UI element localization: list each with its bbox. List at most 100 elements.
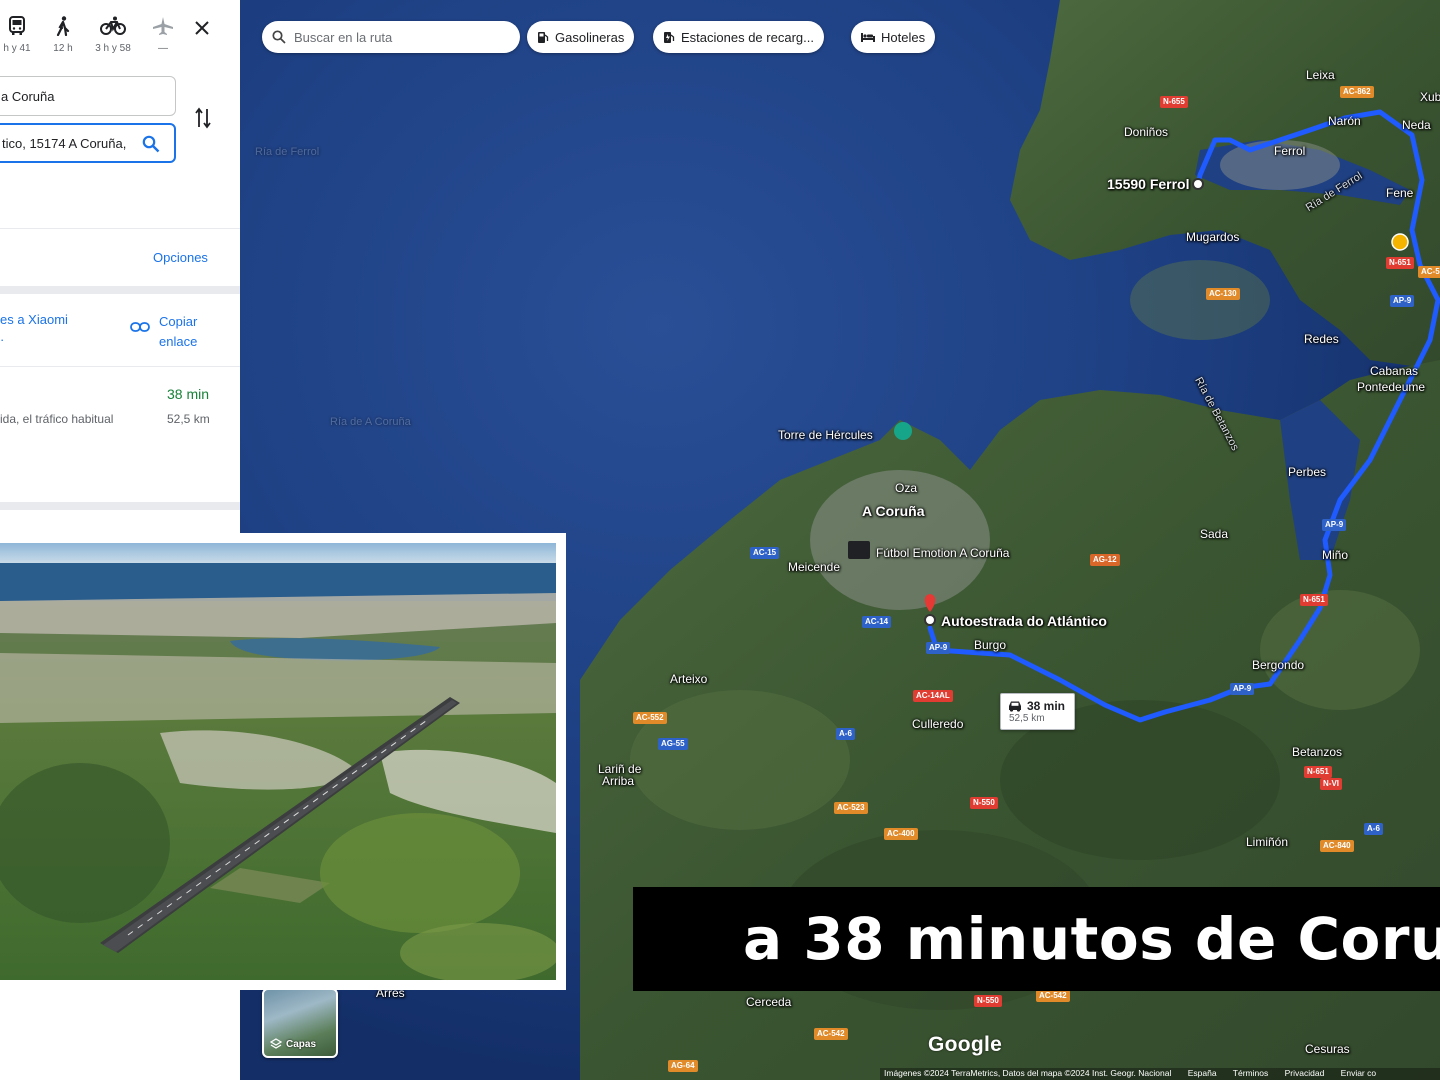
map-label-a-coruna[interactable]: A Coruña — [862, 503, 924, 519]
map-label-neda: Neda — [1402, 118, 1431, 132]
map-label-ferrol: Ferrol — [1274, 144, 1306, 158]
options-link[interactable]: Opciones — [153, 250, 208, 265]
road-shield: N-651 — [1304, 766, 1332, 778]
route-distance: 52,5 km — [167, 412, 210, 426]
road-shield: AC-15 — [750, 547, 780, 559]
bike-icon — [100, 16, 126, 35]
road-shield: AC-542 — [1036, 990, 1070, 1002]
road-shield: N-651 — [1300, 594, 1328, 606]
road-shield: AC-552 — [633, 712, 667, 724]
close-icon — [195, 21, 209, 35]
road-shield: AC-840 — [1320, 840, 1354, 852]
road-shield: AC-130 — [1206, 288, 1240, 300]
layers-button[interactable]: Capas — [262, 988, 338, 1058]
attribution-country[interactable]: España — [1188, 1068, 1217, 1078]
panel-divider — [0, 228, 240, 229]
map-label-redes: Redes — [1304, 332, 1339, 346]
mode-bike-time: 3 h y 58 — [95, 43, 131, 54]
caption-text: a 38 minutos de Coruña — [743, 905, 1440, 973]
close-directions-button[interactable] — [194, 20, 210, 41]
layers-icon — [270, 1038, 282, 1049]
walk-icon — [56, 16, 70, 37]
copy-link-button[interactable] — [130, 320, 150, 338]
road-shield: A-6 — [836, 728, 855, 740]
swap-icon — [195, 107, 211, 129]
mode-flight[interactable]: — — [150, 16, 176, 54]
map-label-bergondo: Bergondo — [1252, 658, 1305, 672]
bus-icon — [9, 16, 25, 35]
map-label-futbol-emotion[interactable]: Fútbol Emotion A Coruña — [876, 546, 1009, 560]
aerial-photo-image — [0, 543, 556, 980]
map-label-cabanas: Cabanas — [1370, 364, 1419, 378]
layers-label: Capas — [286, 1038, 317, 1050]
origin-value: a Coruña — [1, 88, 55, 104]
chip-gas-label: Gasolineras — [555, 29, 625, 45]
travel-modes: h y 41 12 h 3 h y 58 — — [0, 16, 240, 66]
map-label-torre-hercules[interactable]: Torre de Hércules — [778, 428, 873, 442]
caption-banner: a 38 minutos de Coruña — [633, 887, 1440, 991]
map-label-naron: Narón — [1328, 114, 1361, 128]
road-shield: AC-523 — [834, 802, 868, 814]
copy-link-label[interactable]: Copiar enlace — [159, 312, 197, 352]
map-label-perbes: Perbes — [1288, 465, 1327, 479]
mode-transit-time: h y 41 — [3, 43, 31, 54]
road-shield: N-651 — [1386, 257, 1414, 269]
road-shield: N-655 — [1160, 96, 1188, 108]
attribution-privacy[interactable]: Privacidad — [1285, 1068, 1325, 1078]
road-shield: AP-9 — [1230, 683, 1255, 695]
chip-hotels-label: Hoteles — [881, 29, 926, 45]
ev-charger-icon — [664, 31, 675, 43]
panel-divider — [0, 502, 240, 510]
map-label-autoestrada[interactable]: Autoestrada do Atlántico — [941, 613, 1107, 629]
route-search-placeholder: Buscar en la ruta — [294, 29, 393, 45]
destination-input[interactable]: tico, 15174 A Coruña, — [0, 123, 176, 163]
attribution-terms[interactable]: Términos — [1233, 1068, 1268, 1078]
airport-aerial-photo — [0, 533, 566, 990]
copy-link-line1: Copiar — [159, 314, 198, 329]
attribution-feedback[interactable]: Enviar co — [1341, 1068, 1376, 1078]
map-attribution: Imágenes ©2024 TerraMetrics, Datos del m… — [880, 1068, 1440, 1080]
route-search-bar[interactable]: Buscar en la ruta — [262, 21, 520, 53]
search-icon[interactable] — [142, 135, 160, 153]
chip-hotels[interactable]: Hoteles — [851, 21, 936, 53]
map-label-arteixo: Arteixo — [670, 672, 708, 686]
copy-link-line2: enlace — [159, 334, 198, 349]
origin-input[interactable]: a Coruña — [0, 76, 176, 116]
route-info-box[interactable]: 38 min 52,5 km — [1000, 693, 1075, 730]
route-box-distance: 52,5 km — [1009, 713, 1045, 724]
mode-bike[interactable]: 3 h y 58 — [90, 16, 136, 54]
map-label-pontedeume: Pontedeume — [1357, 380, 1426, 394]
map-label-burgo: Burgo — [974, 638, 1007, 652]
search-icon — [272, 30, 286, 44]
map-label-fene: Fene — [1386, 186, 1414, 200]
road-shield: N-VI — [1320, 778, 1342, 790]
send-to-device-link[interactable]: es a Xiaomi — [0, 312, 68, 327]
chip-gas-stations[interactable]: Gasolineras — [527, 21, 635, 53]
mode-walk-time: 12 h — [53, 43, 73, 54]
map-label-limodre: Limiñón — [1246, 835, 1289, 849]
road-shield: AP-9 — [1390, 295, 1415, 307]
map-label-meicende: Meicende — [788, 560, 841, 574]
car-icon — [1009, 701, 1021, 712]
map-label-ferrol-pin[interactable]: 15590 Ferrol — [1107, 176, 1190, 192]
map-label-faded-1: Ría de Ferrol — [255, 146, 320, 158]
route-box-duration: 38 min — [1027, 699, 1066, 713]
link-icon — [130, 322, 150, 332]
route-traffic-note: ida, el tráfico habitual — [0, 412, 114, 426]
road-shield: AC-5 — [1418, 266, 1440, 278]
road-shield: AG-55 — [658, 738, 688, 750]
route-duration: 38 min — [167, 386, 210, 402]
road-shield: AG-12 — [1090, 554, 1120, 566]
swap-directions-button[interactable] — [194, 107, 212, 134]
map-label-leixa: Leixa — [1306, 68, 1335, 82]
mode-transit[interactable]: h y 41 — [0, 16, 34, 54]
road-shield: AC-14 — [862, 616, 892, 628]
road-shield: AC-542 — [814, 1028, 848, 1040]
chip-charging-stations[interactable]: Estaciones de recarg... — [653, 21, 824, 53]
map-label-mugardos: Mugardos — [1186, 230, 1240, 244]
mode-walk[interactable]: 12 h — [48, 16, 78, 54]
map-label-doninos: Doniños — [1124, 125, 1169, 139]
mode-flight-time: — — [158, 43, 168, 54]
google-logo: Google — [928, 1033, 1003, 1056]
road-shield: AC-400 — [884, 828, 918, 840]
